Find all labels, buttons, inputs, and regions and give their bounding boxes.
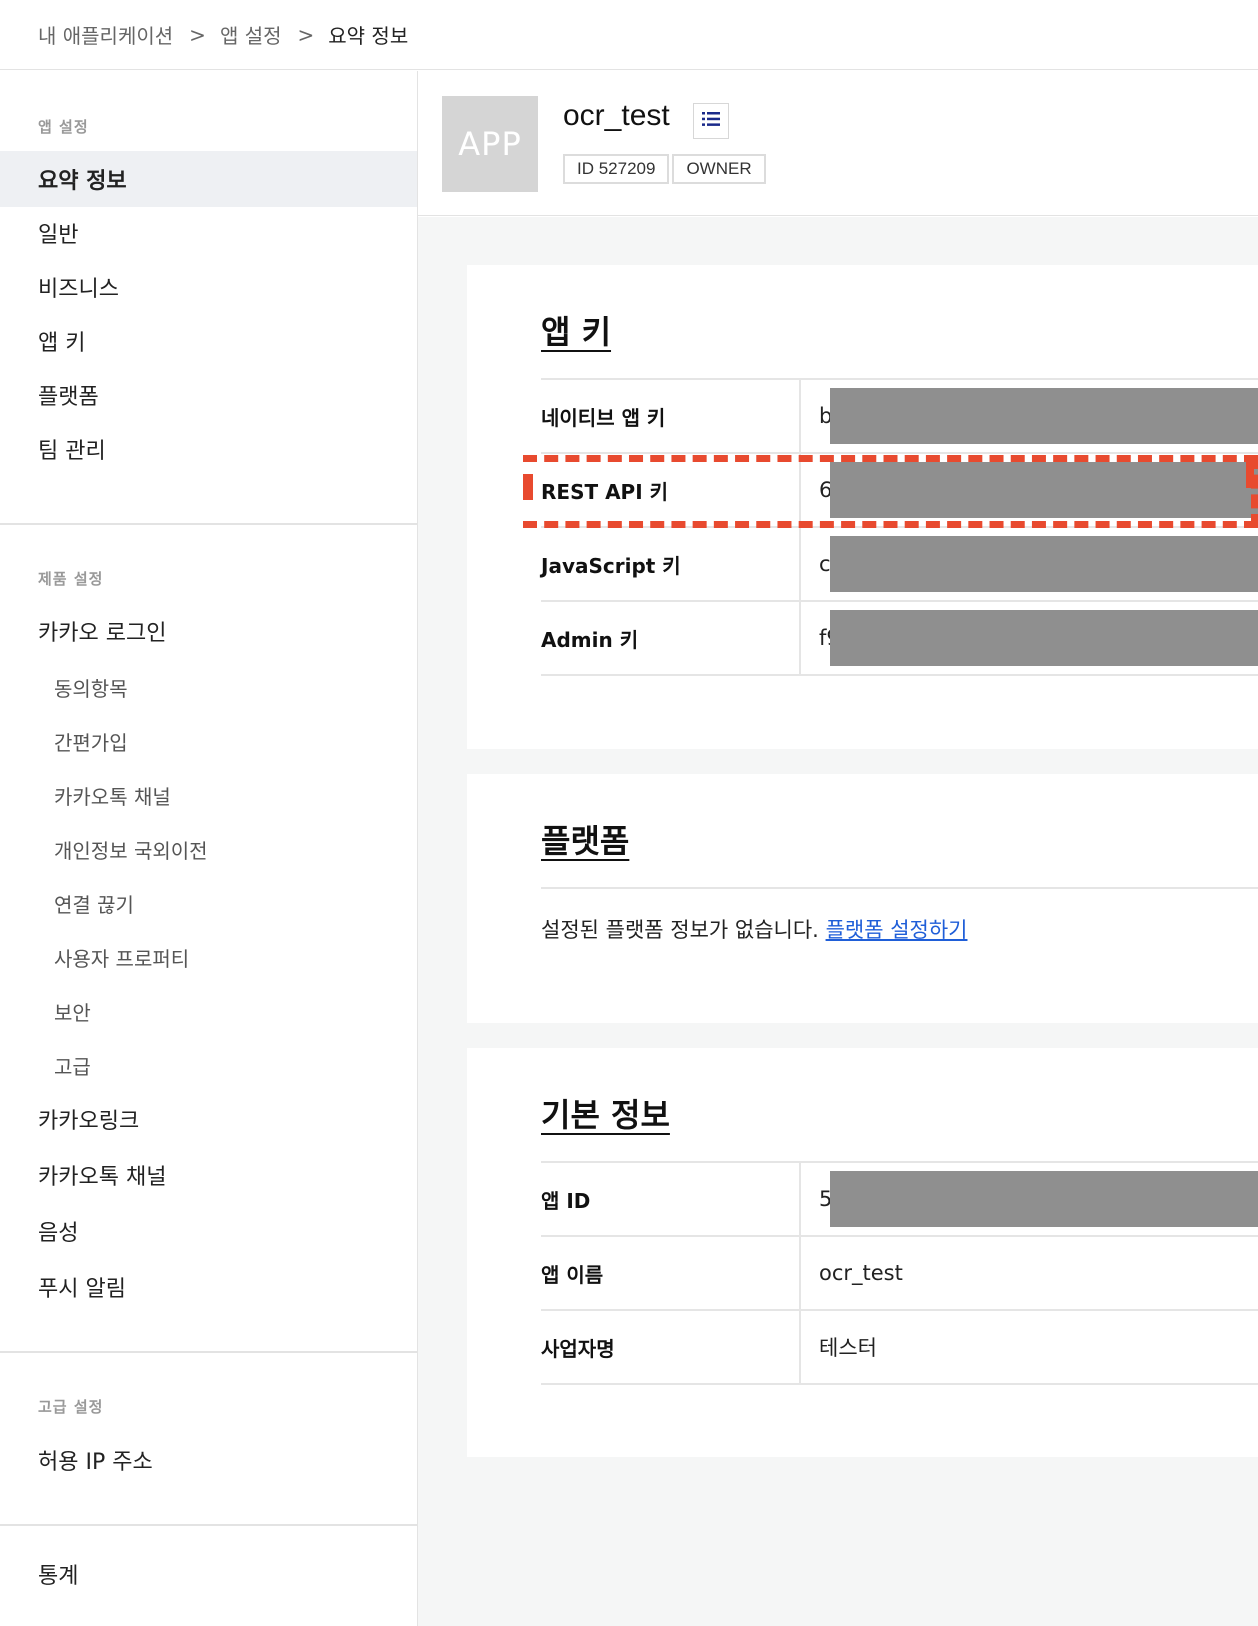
- table-row: 사업자명 테스터: [541, 1311, 1258, 1385]
- platform-empty-text: 설정된 플랫폼 정보가 없습니다.: [541, 918, 819, 942]
- sidebar-item-platform[interactable]: 플랫폼: [0, 367, 417, 423]
- table-row: 네이티브 앱 키 b: [541, 380, 1258, 454]
- table-row: Admin 키 f9: [541, 602, 1258, 676]
- javascript-key-value[interactable]: c: [801, 528, 1258, 600]
- sidebar-item-voice[interactable]: 음성: [0, 1203, 417, 1259]
- table-row: JavaScript 키 c: [541, 528, 1258, 602]
- sidebar-item-kakao-login[interactable]: 카카오 로그인: [0, 603, 417, 659]
- business-name-value: 테스터: [819, 1336, 877, 1360]
- sidebar-subitem-kakaotalk-channel[interactable]: 카카오톡 채널: [0, 772, 417, 818]
- admin-key-label: Admin 키: [541, 602, 801, 674]
- platform-settings-link[interactable]: 플랫폼 설정하기: [826, 918, 968, 942]
- sidebar-heading-app-settings: 앱 설정: [38, 118, 89, 136]
- redaction-box: [830, 1171, 1258, 1227]
- sidebar-item-business[interactable]: 비즈니스: [0, 259, 417, 315]
- highlight-left-marker: [523, 474, 533, 500]
- sidebar-divider: [0, 1524, 417, 1526]
- basic-info-title: 기본 정보: [541, 1096, 670, 1134]
- platform-empty-message: 설정된 플랫폼 정보가 없습니다. 플랫폼 설정하기: [541, 914, 967, 944]
- javascript-key-label: JavaScript 키: [541, 528, 801, 600]
- sidebar-divider: [0, 523, 417, 525]
- app-logo: APP: [442, 96, 538, 192]
- sidebar-subitem-overseas-transfer[interactable]: 개인정보 국외이전: [0, 826, 417, 872]
- app-name: ocr_test: [563, 99, 670, 132]
- sidebar-subitem-consent[interactable]: 동의항목: [0, 664, 417, 710]
- sidebar-subitem-user-properties[interactable]: 사용자 프로퍼티: [0, 934, 417, 980]
- sidebar-heading-product-settings: 제품 설정: [38, 570, 104, 588]
- sidebar-heading-advanced-settings: 고급 설정: [38, 1398, 104, 1416]
- sidebar-item-push[interactable]: 푸시 알림: [0, 1259, 417, 1315]
- app-name-label: 앱 이름: [541, 1237, 801, 1309]
- platform-title: 플랫폼: [541, 822, 630, 860]
- basic-info-table: 앱 ID 5 앱 이름 ocr_test 사업자명 테스터: [541, 1161, 1258, 1385]
- native-app-key-label: 네이티브 앱 키: [541, 380, 801, 452]
- redaction-box: [830, 610, 1258, 666]
- native-app-key-value[interactable]: b: [801, 380, 1258, 452]
- basic-info-card: 기본 정보 앱 ID 5 앱 이름 ocr_test 사업자명 테스터: [467, 1048, 1258, 1457]
- breadcrumb: 내 애플리케이션 > 앱 설정 > 요약 정보: [0, 0, 1258, 70]
- sidebar-item-summary[interactable]: 요약 정보: [0, 151, 417, 207]
- platform-divider: [541, 887, 1258, 889]
- breadcrumb-separator: >: [189, 22, 206, 47]
- role-badge: OWNER: [672, 154, 766, 184]
- business-name-label: 사업자명: [541, 1311, 801, 1383]
- app-menu-button[interactable]: [693, 103, 729, 139]
- app-id-badge: ID 527209: [563, 154, 670, 184]
- sidebar-item-kakaotalk-channel[interactable]: 카카오톡 채널: [0, 1147, 417, 1203]
- admin-key-value[interactable]: f9: [801, 602, 1258, 674]
- sidebar-item-app-keys[interactable]: 앱 키: [0, 313, 417, 369]
- app-id-label: 앱 ID: [541, 1163, 801, 1235]
- sidebar: 앱 설정 요약 정보 일반 비즈니스 앱 키 플랫폼 팀 관리 제품 설정 카카…: [0, 71, 418, 1626]
- rest-api-key-highlight: [523, 455, 1258, 528]
- redaction-box: [830, 536, 1258, 592]
- breadcrumb-current: 요약 정보: [328, 24, 409, 48]
- sidebar-item-general[interactable]: 일반: [0, 205, 417, 261]
- breadcrumb-my-applications[interactable]: 내 애플리케이션: [38, 20, 173, 49]
- list-icon: [701, 110, 721, 132]
- sidebar-subitem-security[interactable]: 보안: [0, 988, 417, 1034]
- main-content: 앱 키 네이티브 앱 키 b REST API 키 6 JavaScript 키: [418, 217, 1258, 1626]
- sidebar-item-allowed-ip[interactable]: 허용 IP 주소: [0, 1432, 417, 1488]
- breadcrumb-separator: >: [297, 22, 315, 47]
- breadcrumb-app-settings[interactable]: 앱 설정: [220, 20, 282, 49]
- sidebar-item-stats[interactable]: 통계: [0, 1546, 417, 1602]
- table-row: 앱 이름 ocr_test: [541, 1237, 1258, 1311]
- app-header: APP ocr_test ID 527209 OWNER: [418, 71, 1258, 216]
- app-badges: ID 527209 OWNER: [563, 154, 766, 184]
- platform-card: 플랫폼 설정된 플랫폼 정보가 없습니다. 플랫폼 설정하기: [467, 774, 1258, 1023]
- sidebar-subitem-simple-signup[interactable]: 간편가입: [0, 718, 417, 764]
- highlight-right-marker: [1246, 462, 1254, 488]
- sidebar-divider: [0, 1351, 417, 1353]
- sidebar-subitem-unlink[interactable]: 연결 끊기: [0, 880, 417, 926]
- sidebar-item-kakaolink[interactable]: 카카오링크: [0, 1091, 417, 1147]
- table-row: 앱 ID 5: [541, 1163, 1258, 1237]
- app-id-value[interactable]: 5: [801, 1163, 1258, 1235]
- app-name-value: ocr_test: [819, 1261, 903, 1285]
- sidebar-item-team[interactable]: 팀 관리: [0, 421, 417, 477]
- app-keys-title: 앱 키: [541, 313, 612, 351]
- key-prefix: c: [819, 552, 831, 576]
- redaction-box: [830, 388, 1258, 444]
- sidebar-subitem-advanced[interactable]: 고급: [0, 1042, 417, 1088]
